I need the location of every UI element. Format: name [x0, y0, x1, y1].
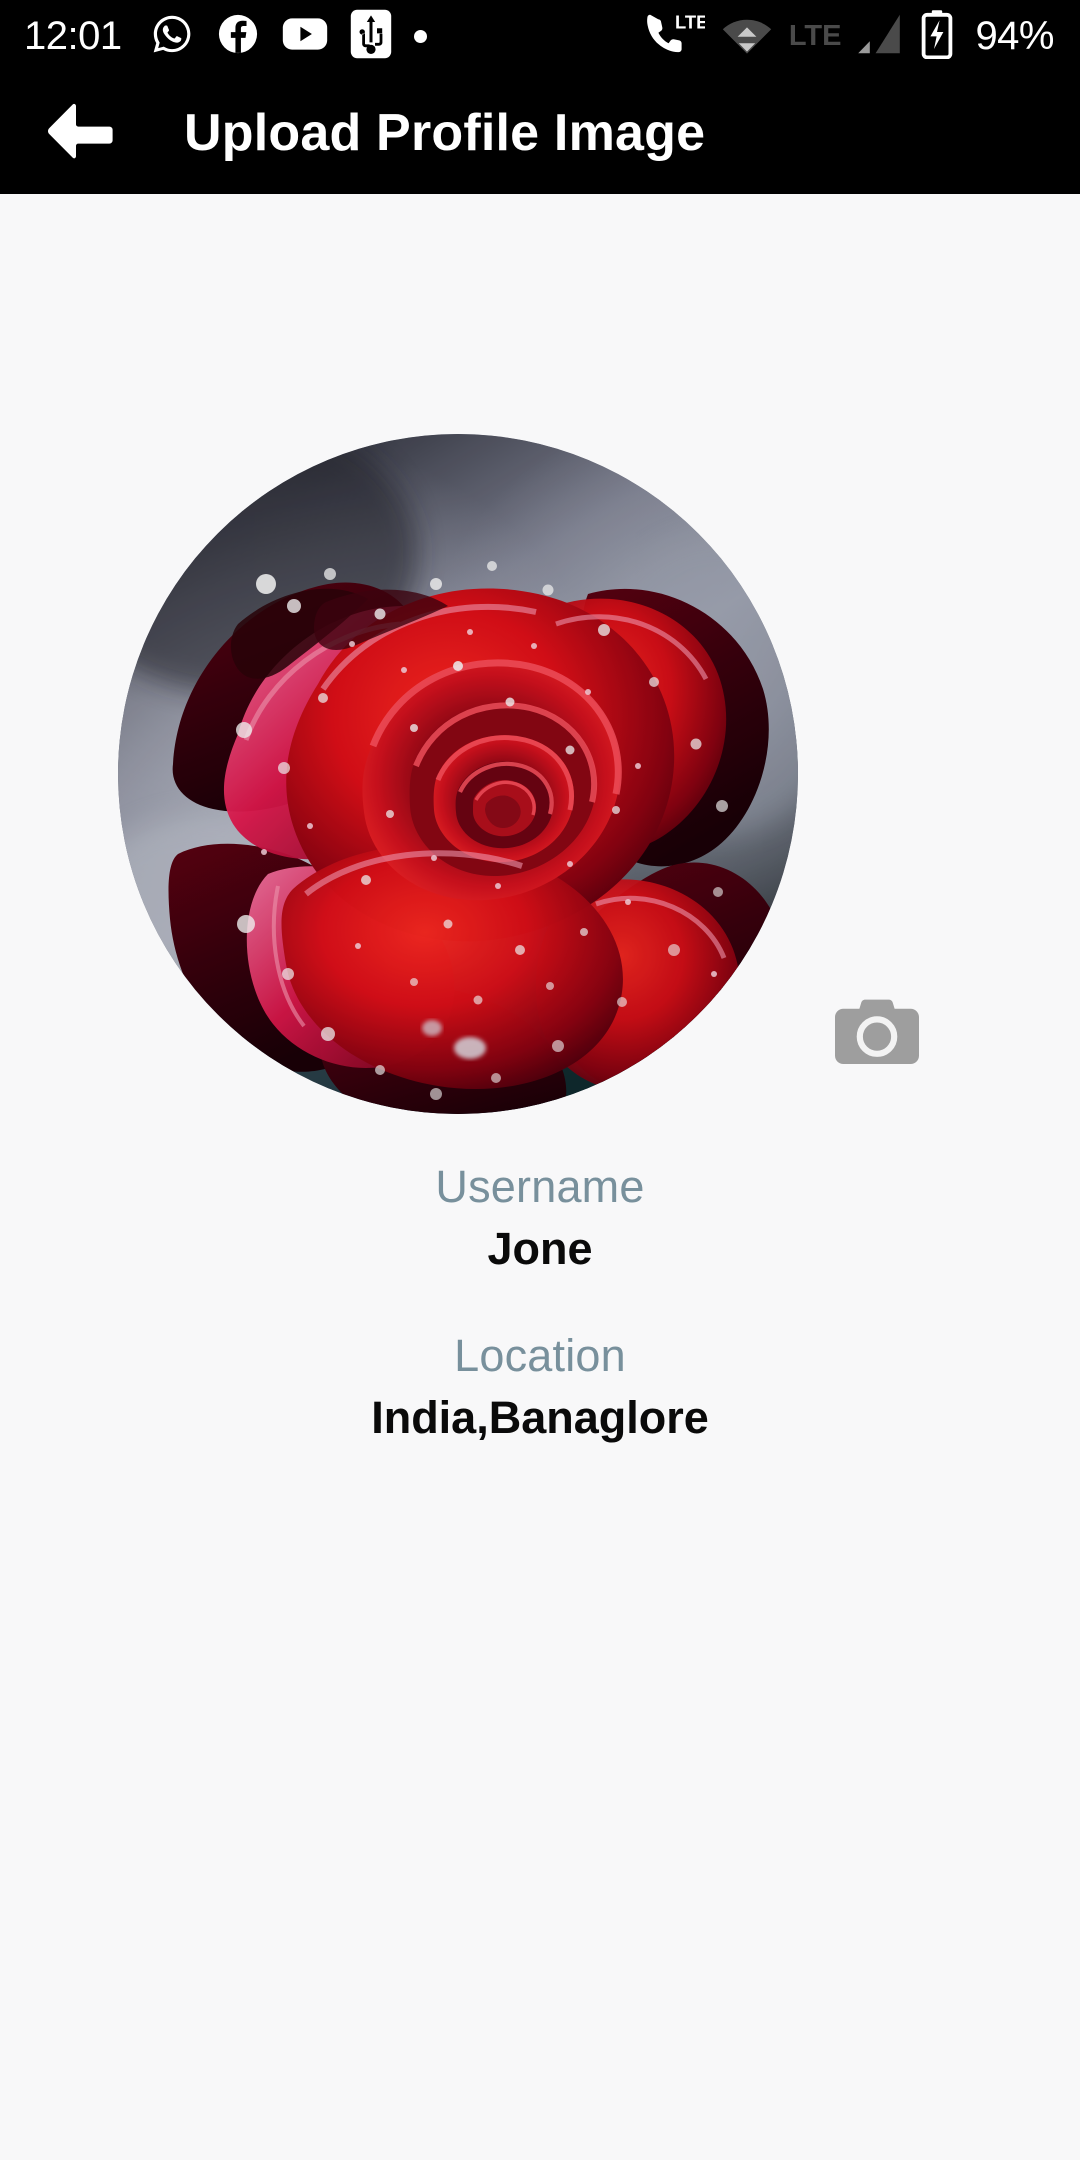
facebook-icon [216, 12, 260, 61]
svg-text:LTE: LTE [675, 11, 705, 32]
status-bar-notification-icons [150, 9, 427, 64]
signal-bars-icon [857, 12, 905, 61]
profile-info: Username Jone Location India,Banaglore [0, 1160, 1080, 1446]
camera-icon [835, 998, 919, 1071]
phone-lte-icon: LTE [641, 10, 708, 63]
username-value: Jone [487, 1222, 593, 1274]
youtube-icon [282, 17, 328, 56]
status-bar-clock: 12:01 [24, 14, 122, 58]
phone-screen: 12:01 LT LTE 94% Upload Profile Image Us… [0, 0, 1080, 2160]
main-content: Username Jone Location India,Banaglore [0, 194, 1080, 2160]
location-value: India,Banaglore [371, 1391, 709, 1443]
usb-icon [350, 9, 392, 64]
app-bar: Upload Profile Image [0, 72, 1080, 194]
back-button[interactable] [24, 77, 136, 189]
field-location: Location India,Banaglore [0, 1329, 1080, 1446]
wifi-icon [721, 13, 773, 60]
location-label: Location [454, 1329, 626, 1381]
back-arrow-icon [45, 100, 115, 167]
dot-indicator-icon [413, 29, 427, 43]
status-bar: 12:01 LT LTE 94% [0, 0, 1080, 72]
username-label: Username [435, 1161, 645, 1212]
avatar[interactable] [118, 434, 798, 1114]
profile-image-wrapper[interactable] [118, 434, 798, 1114]
battery-percent-label: 94% [975, 14, 1054, 58]
whatsapp-icon [150, 12, 194, 61]
field-username: Username Jone [0, 1160, 1080, 1277]
lte-text-icon: LTE [788, 19, 842, 52]
page-title: Upload Profile Image [184, 104, 706, 162]
change-photo-button[interactable] [835, 998, 919, 1071]
status-bar-system-icons: LTE LTE [641, 9, 1054, 64]
battery-charging-icon [921, 9, 953, 64]
